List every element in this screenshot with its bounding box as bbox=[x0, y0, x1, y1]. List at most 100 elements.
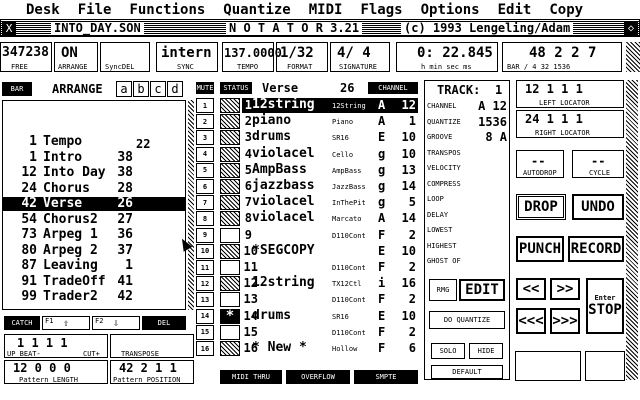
arrange-down-button[interactable]: F2 ⇩ bbox=[92, 316, 140, 330]
track-param-row[interactable]: DELAY bbox=[427, 208, 507, 222]
track-status[interactable] bbox=[220, 179, 240, 194]
track-row[interactable]: 3 drums SR16 E 10 bbox=[242, 130, 418, 145]
arrange-row[interactable]: 91 TradeOff 41 bbox=[3, 274, 185, 289]
mute-toggle[interactable]: 11 bbox=[196, 260, 214, 275]
mute-toggle[interactable]: 2 bbox=[196, 114, 214, 130]
drop-button[interactable]: DROP bbox=[516, 194, 566, 220]
catch-button[interactable]: CATCH bbox=[4, 316, 40, 330]
track-row[interactable]: 7 violacel InThePit g 5 bbox=[242, 195, 418, 210]
arrange-up-button[interactable]: F1 ⇧ bbox=[42, 316, 90, 330]
track-status[interactable] bbox=[220, 243, 240, 259]
fullsize-icon[interactable]: ◇ bbox=[624, 21, 638, 35]
track-param-row[interactable]: COMPRESS bbox=[427, 177, 507, 191]
menu-edit[interactable]: Edit bbox=[498, 2, 532, 18]
rmg-button[interactable]: RMG bbox=[429, 279, 457, 301]
mute-toggle[interactable]: 12 bbox=[196, 276, 214, 292]
arrange-row[interactable]: 1 Intro 38 bbox=[3, 150, 185, 165]
arrange-row[interactable]: 1 Tempo bbox=[3, 135, 185, 149]
mute-toggle[interactable]: 3 bbox=[196, 130, 214, 146]
track-param-row[interactable]: VELOCITY bbox=[427, 161, 507, 175]
arrange-row[interactable]: 73 Arpeg 1 36 bbox=[3, 228, 185, 242]
rewind-button[interactable]: << bbox=[516, 278, 546, 300]
track-row[interactable]: 5 AmpBass AmpBass g 13 bbox=[242, 163, 418, 178]
arrange-row[interactable]: 99 Trader2 42 bbox=[3, 290, 185, 304]
menu-functions[interactable]: Functions bbox=[129, 2, 205, 18]
track-status[interactable] bbox=[220, 98, 240, 113]
upbeat-field[interactable]: 1 1 1 1 UP BEAT- CUT+ bbox=[4, 334, 108, 358]
format-field[interactable]: 1/32 FORMAT bbox=[276, 42, 328, 72]
mute-toggle[interactable]: 1 bbox=[196, 98, 214, 113]
mute-toggle[interactable]: 6 bbox=[196, 179, 214, 194]
edit-button[interactable]: EDIT bbox=[459, 279, 505, 301]
track-row[interactable]: 10 *SEGCOPY E 10 bbox=[242, 244, 418, 259]
mute-toggle[interactable]: 16 bbox=[196, 341, 214, 356]
menu-options[interactable]: Options bbox=[421, 2, 480, 18]
track-param-row[interactable]: QUANTIZE 1536 bbox=[427, 115, 507, 129]
right-locator[interactable]: 24 1 1 1 RIGHT LOCATOR bbox=[516, 110, 624, 138]
left-locator[interactable]: 12 1 1 1 LEFT LOCATOR bbox=[516, 80, 624, 108]
record-button[interactable]: RECORD bbox=[568, 236, 624, 262]
track-status[interactable] bbox=[220, 211, 240, 227]
track-status[interactable] bbox=[220, 276, 240, 292]
track-status[interactable] bbox=[220, 292, 240, 308]
mute-toggle[interactable]: 7 bbox=[196, 195, 214, 211]
pattern-length-field[interactable]: 12 0 0 0 Pattern LENGTH bbox=[4, 360, 108, 384]
arrange-col-d[interactable]: d bbox=[167, 81, 183, 97]
arrange-list[interactable]: 1 Tempo 1 Intro 38 12 Into Day 38 24 Chorus 28 42 Ve… bbox=[2, 100, 186, 310]
fast-rewind-button[interactable]: <<< bbox=[516, 308, 546, 334]
scroll-strip[interactable] bbox=[626, 42, 640, 72]
track-row[interactable]: 15 D110Cont F 2 bbox=[242, 325, 418, 340]
pattern-position-field[interactable]: 42 2 1 1 Pattern POSITION bbox=[110, 360, 194, 384]
track-row[interactable]: 6 jazzbass JazzBass g 14 bbox=[242, 179, 418, 194]
track-param-row[interactable]: GHOST OF bbox=[427, 254, 507, 268]
mute-toggle[interactable]: 4 bbox=[196, 146, 214, 162]
track-status[interactable] bbox=[220, 341, 240, 356]
track-row[interactable]: 12 12string TX12Ctl i 16 bbox=[242, 276, 418, 291]
track-param-row[interactable]: HIGHEST bbox=[427, 239, 507, 253]
track-row[interactable]: 4 violacel Cello g 10 bbox=[242, 147, 418, 162]
track-status[interactable] bbox=[220, 146, 240, 162]
sync-field[interactable]: intern SYNC bbox=[156, 42, 218, 72]
track-param-row[interactable]: GROOVE 8 A bbox=[427, 130, 507, 144]
arrange-row[interactable]: 42 Verse 26 bbox=[3, 197, 185, 211]
menu-quantize[interactable]: Quantize bbox=[223, 2, 290, 18]
arrange-row[interactable]: 54 Chorus2 27 bbox=[3, 212, 185, 227]
mute-toggle[interactable]: 9 bbox=[196, 227, 214, 243]
stop-button[interactable]: Enter STOP bbox=[586, 278, 624, 334]
transpose-field[interactable]: TRANSPOSE bbox=[110, 334, 194, 358]
track-status[interactable] bbox=[220, 227, 240, 243]
fast-forward-button[interactable]: >> bbox=[550, 278, 580, 300]
default-button[interactable]: DEFAULT bbox=[431, 365, 503, 379]
track-param-row[interactable]: LOWEST bbox=[427, 223, 507, 237]
mute-toggle[interactable]: 5 bbox=[196, 162, 214, 178]
arrange-toggle[interactable]: ON ARRANGE bbox=[54, 42, 98, 72]
midi-thru-button[interactable]: MIDI THRU bbox=[220, 370, 282, 384]
do-quantize-button[interactable]: DO QUANTIZE bbox=[429, 311, 505, 329]
undo-button[interactable]: UNDO bbox=[572, 194, 624, 220]
hide-button[interactable]: HIDE bbox=[469, 343, 503, 359]
arrange-row[interactable]: 87 Leaving 1 bbox=[3, 259, 185, 273]
mute-toggle[interactable]: 14 bbox=[196, 308, 214, 324]
menu-midi[interactable]: MIDI bbox=[309, 2, 343, 18]
tempo-field[interactable]: 137.0000 TEMPO bbox=[222, 42, 282, 72]
arrange-col-b[interactable]: b bbox=[133, 81, 149, 97]
mute-toggle[interactable]: 13 bbox=[196, 292, 214, 308]
menu-file[interactable]: File bbox=[78, 2, 112, 18]
track-row[interactable]: 14 drums SR16 E 10 bbox=[242, 309, 418, 324]
track-param-row[interactable]: TRANSPOS bbox=[427, 146, 507, 160]
right-scrollbar[interactable] bbox=[626, 80, 638, 380]
track-row[interactable]: 13 D110Cont F 2 bbox=[242, 292, 418, 307]
track-row[interactable]: 2 piano Piano A 1 bbox=[242, 114, 418, 129]
mute-toggle[interactable]: 15 bbox=[196, 324, 214, 340]
track-param-row[interactable]: CHANNEL A 12 bbox=[427, 99, 507, 113]
autodrop-toggle[interactable]: -- AUTODROP bbox=[516, 150, 564, 178]
signature-field[interactable]: 4/ 4 SIGNATURE bbox=[330, 42, 390, 72]
arrange-col-c[interactable]: c bbox=[150, 81, 166, 97]
syncdel-field[interactable]: SyncDEL bbox=[100, 42, 150, 72]
arrange-row[interactable]: 80 Arpeg 2 37 bbox=[3, 243, 185, 258]
track-param-row[interactable]: LOOP bbox=[427, 192, 507, 206]
punch-button[interactable]: PUNCH bbox=[516, 236, 564, 262]
track-status[interactable] bbox=[220, 114, 240, 130]
cycle-toggle[interactable]: -- CYCLE bbox=[572, 150, 624, 178]
track-status[interactable] bbox=[220, 195, 240, 211]
